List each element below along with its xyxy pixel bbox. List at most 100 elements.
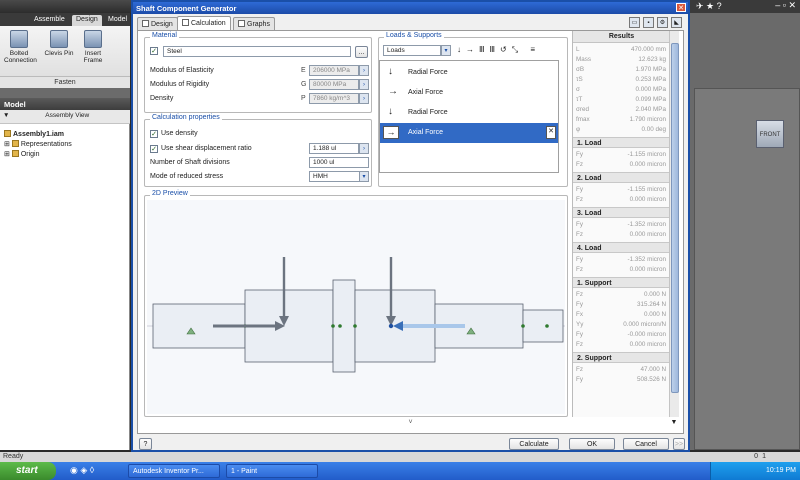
more-button[interactable]: >> — [673, 438, 685, 450]
save-icon[interactable]: ▪ — [643, 17, 654, 28]
result-row: L 470.000 mm — [573, 45, 669, 55]
result-row: Fz 0.000 micron — [573, 340, 669, 350]
tree-item-representations[interactable]: ⊞ Representations — [4, 140, 72, 148]
shear-arrow-icon[interactable]: › — [359, 143, 369, 154]
shear-ratio-input[interactable]: 1.188 ul — [309, 143, 359, 154]
result-value: 0.000 micron — [629, 161, 666, 168]
result-key: σ — [576, 86, 580, 93]
view-selector[interactable]: Assembly View — [45, 112, 89, 119]
result-section-header[interactable]: 1. Support — [573, 277, 669, 288]
result-value: 0.000 micron/N — [623, 321, 666, 328]
result-key: Fz — [576, 341, 583, 348]
load-item[interactable]: ↓ Radial Force — [380, 63, 558, 83]
taskbar-item-paint[interactable]: 1 - Paint — [226, 464, 318, 478]
result-row: Yy 0.000 micron/N — [573, 320, 669, 330]
result-value: 2.040 MPa — [635, 106, 666, 113]
taskbar-item-inventor[interactable]: Autodesk Inventor Pr... — [128, 464, 220, 478]
result-row: φ 0.00 deg — [573, 125, 669, 135]
system-tray: 10:19 PM — [710, 462, 800, 480]
result-value: 0.000 micron — [629, 231, 666, 238]
help-button[interactable]: ? — [139, 438, 152, 450]
tab-calculation[interactable]: Calculation — [177, 16, 231, 30]
help-icons[interactable]: ✈ ★ ? — [696, 1, 722, 12]
result-value: 1.970 MPa — [635, 66, 666, 73]
tab-design[interactable]: Design — [137, 17, 178, 30]
result-section-header[interactable]: 2. Load — [573, 172, 669, 183]
load-item-label: Radial Force — [408, 109, 448, 116]
mode-dropdown-icon[interactable]: ▾ — [359, 171, 369, 182]
result-row: σred 2.040 MPa — [573, 105, 669, 115]
result-key: Fz — [576, 196, 583, 203]
tree-item-origin[interactable]: ⊞ Origin — [4, 150, 40, 158]
material-group: Material ✓ Steel ... Modulus of Elastici… — [144, 32, 372, 113]
divisions-label: Number of Shaft divisions — [150, 159, 230, 166]
start-button[interactable]: start — [0, 462, 56, 480]
loads-dropdown[interactable]: Loads — [383, 45, 441, 56]
elasticity-label: Modulus of Elasticity — [150, 67, 214, 74]
tab-assemble[interactable]: Assemble — [30, 15, 69, 26]
viewcube[interactable]: FRONT — [756, 120, 784, 148]
inventor-help-strip: ✈ ★ ? – ▫ ✕ — [690, 0, 800, 13]
graphs-tab-icon — [238, 20, 245, 27]
material-browse-button[interactable]: ... — [355, 46, 368, 58]
clevis-pin-button[interactable]: Clevis Pin — [44, 30, 74, 57]
expand-icon[interactable]: ◣ — [671, 17, 682, 28]
delete-load-icon[interactable]: ✕ — [546, 126, 556, 139]
settings-icon[interactable]: ⚙ — [657, 17, 668, 28]
result-section-header[interactable]: 1. Load — [573, 137, 669, 148]
dialog-title-text: Shaft Component Generator — [136, 4, 237, 13]
open-icon[interactable]: ▭ — [629, 17, 640, 28]
ok-button[interactable]: OK — [569, 438, 615, 450]
insert-frame-button[interactable]: Insert Frame — [78, 30, 108, 64]
quick-launch-icons[interactable]: ◉ ◈ ◊ — [70, 465, 94, 476]
loads-dropdown-icon[interactable]: ▾ — [441, 45, 451, 56]
tree-item-assembly[interactable]: Assembly1.iam — [4, 130, 64, 138]
result-section-header[interactable]: 3. Load — [573, 207, 669, 218]
result-value: 0.253 MPa — [635, 76, 666, 83]
result-value: 12.623 kg — [638, 56, 666, 63]
tab-label: Design — [151, 21, 173, 28]
filter-icon[interactable]: ▼ — [3, 112, 9, 119]
result-key: Fy — [576, 151, 583, 158]
assembly-icon — [4, 130, 11, 137]
graphics-viewport[interactable] — [694, 88, 800, 450]
radial-force-icon: ↓ — [388, 106, 393, 117]
load-item-label: Axial Force — [408, 129, 444, 136]
insert-frame-icon — [84, 30, 102, 48]
result-key: fmax — [576, 116, 590, 123]
shaft-preview[interactable] — [147, 200, 565, 414]
load-type-icons[interactable]: ↓→ⅢⅢ↺⤡ ≡ — [457, 45, 540, 55]
status-bar: Ready 0 1 — [0, 452, 800, 462]
material-checkbox[interactable]: ✓ — [150, 47, 158, 55]
material-name-field[interactable]: Steel — [163, 46, 351, 57]
dialog-close-button[interactable]: ✕ — [676, 3, 686, 12]
load-item[interactable]: ↓ Radial Force — [380, 103, 558, 123]
mode-select[interactable]: HMH — [309, 171, 361, 182]
cancel-button[interactable]: Cancel — [623, 438, 669, 450]
result-value: 315.264 N — [636, 301, 666, 308]
result-row: Fy 315.264 N — [573, 300, 669, 310]
divisions-input[interactable]: 1000 ul — [309, 157, 369, 168]
results-scroll-thumb[interactable] — [671, 43, 679, 393]
use-shear-checkbox[interactable]: ✓ — [150, 145, 158, 153]
status-page2: 1 — [762, 453, 766, 460]
tab-graphs[interactable]: Graphs — [233, 17, 275, 30]
calculate-button[interactable]: Calculate — [509, 438, 559, 450]
results-scrollbar[interactable] — [669, 31, 679, 417]
load-item[interactable]: → Axial Force — [380, 83, 558, 103]
use-density-label: Use density — [161, 130, 198, 137]
result-section-header[interactable]: 4. Load — [573, 242, 669, 253]
bolted-connection-button[interactable]: Bolted Connection — [4, 30, 37, 64]
use-density-checkbox[interactable]: ✓ — [150, 130, 158, 138]
tree-label: Representations — [20, 141, 72, 148]
result-key: σB — [576, 66, 585, 73]
result-key: τT — [576, 96, 583, 103]
result-section-header[interactable]: 2. Support — [573, 352, 669, 363]
model-browser-title[interactable]: Model — [0, 98, 130, 110]
tab-design[interactable]: Design — [72, 15, 102, 26]
collapse-chevron-icon[interactable]: ˅ — [138, 419, 683, 427]
insert-frame-label: Insert Frame — [83, 50, 103, 64]
load-item-selected[interactable]: → Axial Force ✕ — [380, 123, 558, 143]
tab-model[interactable]: Model — [104, 15, 131, 26]
window-controls[interactable]: – ▫ ✕ — [775, 0, 796, 11]
